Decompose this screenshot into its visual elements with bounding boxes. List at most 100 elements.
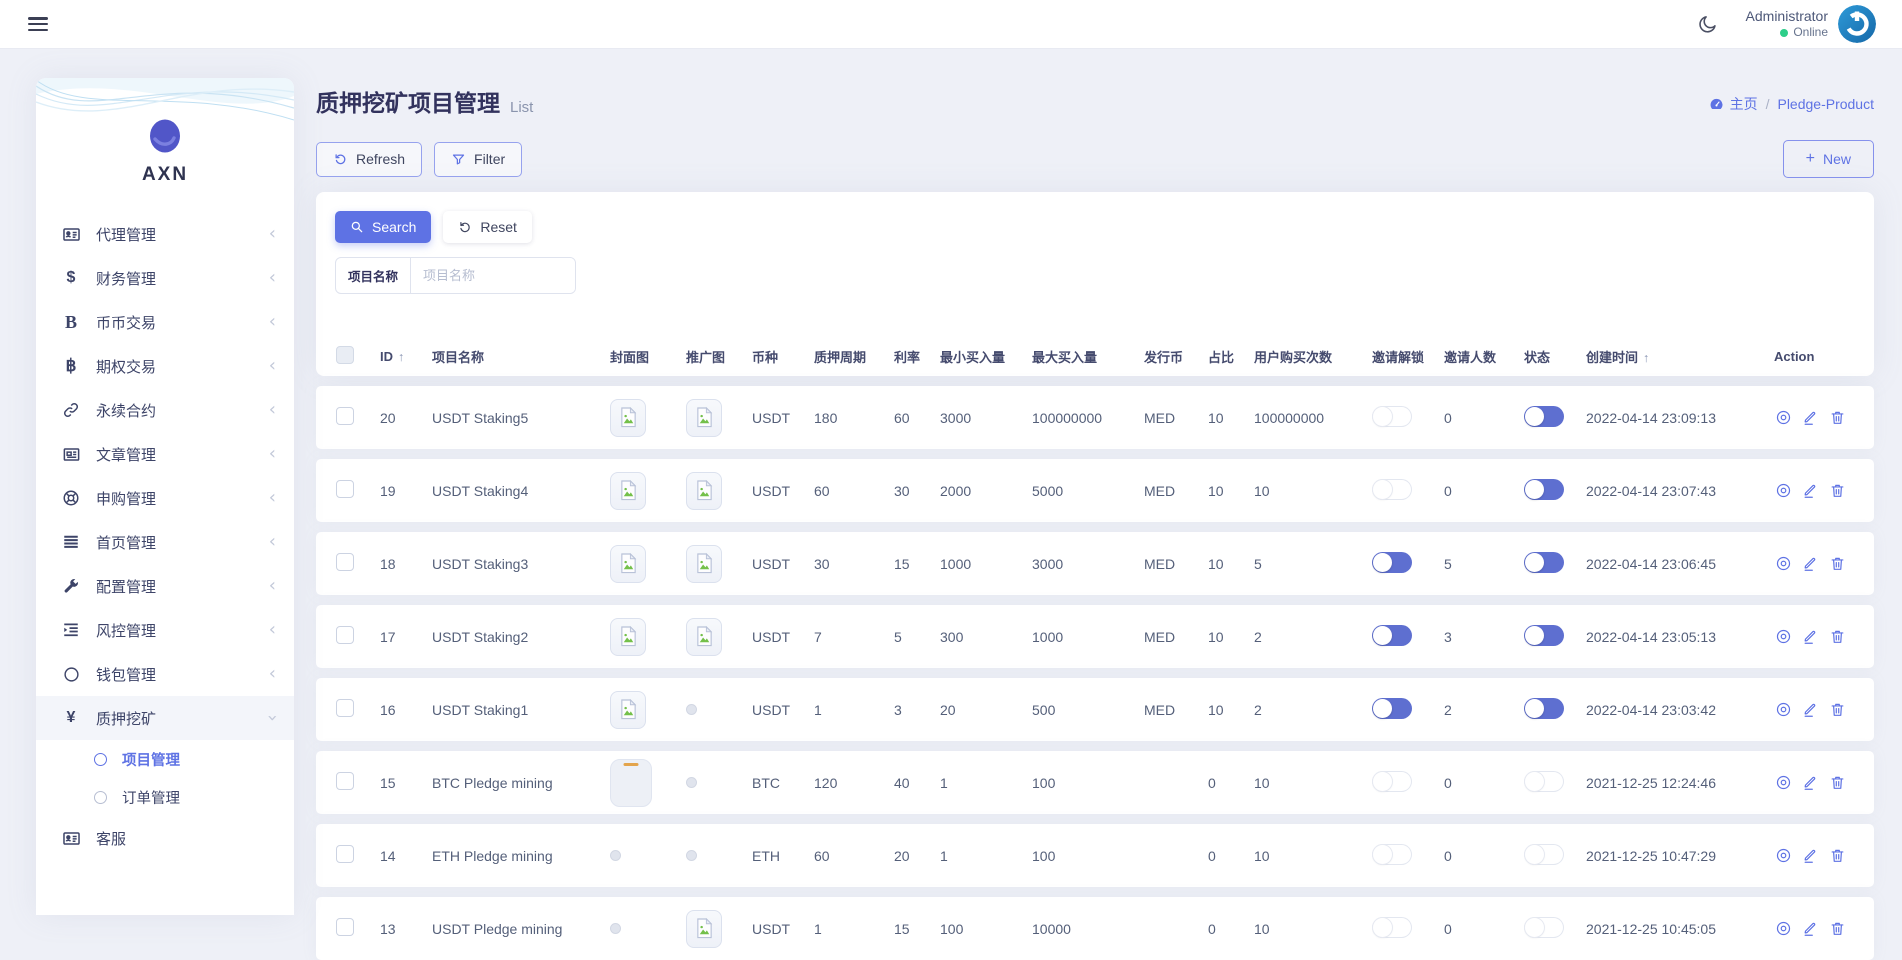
cell-coin: ETH [752, 848, 814, 864]
sidebar-item-spot-trade[interactable]: B 币币交易‹ [36, 300, 294, 344]
delete-button[interactable] [1828, 482, 1846, 500]
thumbnail-image[interactable] [686, 910, 722, 948]
column-header[interactable]: ID↑ [380, 349, 432, 364]
sidebar-item-customer-service[interactable]: 客服 [36, 816, 294, 860]
thumbnail-image[interactable] [686, 545, 722, 583]
sidebar-item-options-trade[interactable]: ฿ 期权交易‹ [36, 344, 294, 388]
status-toggle[interactable] [1524, 552, 1564, 573]
sidebar-item-perpetual[interactable]: 永续合约‹ [36, 388, 294, 432]
breadcrumb-home-link[interactable]: 主页 [1709, 94, 1758, 114]
delete-button[interactable] [1828, 920, 1846, 938]
invite-unlock-toggle[interactable] [1372, 625, 1412, 646]
project-name-input[interactable] [411, 258, 575, 293]
sidebar-item-config[interactable]: 配置管理‹ [36, 564, 294, 608]
sidebar-item-pledge-mining[interactable]: ¥ 质押挖矿‹ [36, 696, 294, 740]
view-button[interactable] [1774, 409, 1792, 427]
breadcrumb-current[interactable]: Pledge-Product [1777, 96, 1874, 112]
row-checkbox[interactable] [336, 553, 354, 571]
status-toggle[interactable] [1524, 479, 1564, 500]
invite-unlock-toggle[interactable] [1372, 698, 1412, 719]
sidebar-item-subscription[interactable]: 申购管理‹ [36, 476, 294, 520]
search-button[interactable]: Search [335, 211, 431, 243]
dark-mode-toggle[interactable] [1696, 12, 1720, 36]
status-toggle[interactable] [1524, 406, 1564, 427]
thumbnail-image[interactable] [610, 399, 646, 437]
delete-button[interactable] [1828, 774, 1846, 792]
sidebar-item-homepage[interactable]: 首页管理‹ [36, 520, 294, 564]
row-checkbox[interactable] [336, 845, 354, 863]
edit-button[interactable] [1801, 701, 1819, 719]
column-header: 项目名称 [432, 347, 610, 366]
thumbnail-image[interactable] [610, 618, 646, 656]
delete-button[interactable] [1828, 409, 1846, 427]
view-button[interactable] [1774, 774, 1792, 792]
toggle-knob [1373, 480, 1392, 499]
invite-unlock-toggle[interactable] [1372, 479, 1412, 500]
view-button[interactable] [1774, 555, 1792, 573]
search-icon [350, 220, 364, 234]
sidebar-toggle-button[interactable] [28, 17, 48, 31]
empty-thumbnail[interactable] [610, 759, 652, 807]
row-checkbox[interactable] [336, 626, 354, 644]
invite-unlock-toggle[interactable] [1372, 406, 1412, 427]
row-checkbox[interactable] [336, 480, 354, 498]
thumbnail-image[interactable] [610, 691, 646, 729]
toggle-knob [1525, 626, 1544, 645]
sidebar-subitem-order-management[interactable]: 订单管理 [36, 778, 294, 816]
delete-button[interactable] [1828, 847, 1846, 865]
view-icon [1775, 920, 1792, 937]
view-button[interactable] [1774, 701, 1792, 719]
column-header[interactable]: 创建时间↑ [1586, 347, 1774, 366]
edit-button[interactable] [1801, 920, 1819, 938]
edit-button[interactable] [1801, 409, 1819, 427]
thumbnail-image[interactable] [610, 545, 646, 583]
delete-button[interactable] [1828, 555, 1846, 573]
new-button[interactable]: + New [1783, 140, 1874, 178]
sidebar-item-articles[interactable]: 文章管理‹ [36, 432, 294, 476]
thumbnail-image[interactable] [610, 472, 646, 510]
status-toggle[interactable] [1524, 698, 1564, 719]
status-toggle[interactable] [1524, 771, 1564, 792]
delete-button[interactable] [1828, 628, 1846, 646]
status-toggle[interactable] [1524, 625, 1564, 646]
search-label: Search [372, 220, 416, 234]
row-checkbox[interactable] [336, 918, 354, 936]
row-checkbox[interactable] [336, 772, 354, 790]
sidebar-item-risk-control[interactable]: 风控管理‹ [36, 608, 294, 652]
status-toggle[interactable] [1524, 917, 1564, 938]
row-checkbox[interactable] [336, 699, 354, 717]
top-navbar: Administrator Online [0, 0, 1902, 48]
edit-button[interactable] [1801, 774, 1819, 792]
thumbnail-image[interactable] [686, 472, 722, 510]
view-button[interactable] [1774, 482, 1792, 500]
filter-button[interactable]: Filter [434, 142, 522, 177]
reset-button[interactable]: Reset [443, 211, 532, 243]
thumbnail-image[interactable] [686, 618, 722, 656]
sidebar-item-wallet[interactable]: 钱包管理‹ [36, 652, 294, 696]
delete-button[interactable] [1828, 701, 1846, 719]
view-button[interactable] [1774, 847, 1792, 865]
view-button[interactable] [1774, 920, 1792, 938]
sidebar-item-label: 钱包管理 [96, 664, 156, 685]
edit-button[interactable] [1801, 847, 1819, 865]
thumbnail-image[interactable] [686, 399, 722, 437]
edit-button[interactable] [1801, 482, 1819, 500]
status-toggle[interactable] [1524, 844, 1564, 865]
sidebar-menu: 代理管理‹ $ 财务管理‹ B 币币交易‹ ฿ 期权交易‹ 永续合约‹ 文章管理… [36, 212, 294, 860]
sidebar-item-agent[interactable]: 代理管理‹ [36, 212, 294, 256]
row-checkbox[interactable] [336, 407, 354, 425]
refresh-button[interactable]: Refresh [316, 142, 422, 177]
invite-unlock-toggle[interactable] [1372, 844, 1412, 865]
cell-invite_unlock [1372, 552, 1444, 576]
edit-button[interactable] [1801, 628, 1819, 646]
sidebar-subitem-project-management[interactable]: 项目管理 [36, 740, 294, 778]
view-button[interactable] [1774, 628, 1792, 646]
user-avatar[interactable] [1838, 5, 1876, 43]
sidebar-item-finance[interactable]: $ 财务管理‹ [36, 256, 294, 300]
invite-unlock-toggle[interactable] [1372, 771, 1412, 792]
select-all-checkbox[interactable] [336, 346, 354, 364]
edit-button[interactable] [1801, 555, 1819, 573]
invite-unlock-toggle[interactable] [1372, 917, 1412, 938]
invite-unlock-toggle[interactable] [1372, 552, 1412, 573]
user-menu[interactable]: Administrator Online [1746, 5, 1876, 43]
